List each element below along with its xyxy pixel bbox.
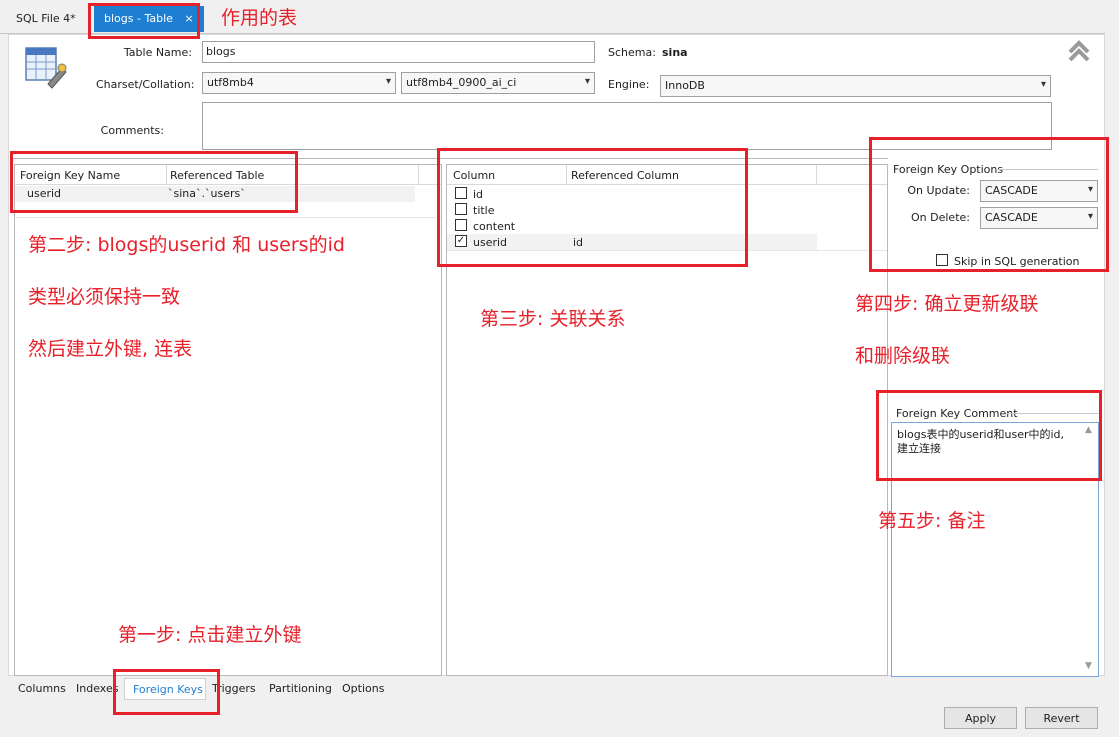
- highlight-fk-options: [869, 137, 1109, 272]
- collapse-icon[interactable]: [1066, 38, 1092, 64]
- highlight-fk-grid: [10, 151, 298, 213]
- highlight-foreign-keys-tab: [113, 669, 220, 715]
- annotation-step2-line3: 然后建立外键, 连表: [28, 338, 193, 360]
- collation-select[interactable]: utf8mb4_0900_ai_ci ▾: [401, 72, 595, 94]
- chevron-down-icon: ▾: [1040, 79, 1046, 90]
- table-icon: [24, 44, 68, 90]
- highlight-table-tab: [88, 3, 200, 39]
- chevron-down-icon: ▾: [385, 76, 391, 87]
- annotation-step2-line1: 第二步: blogs的userid 和 users的id: [28, 234, 345, 256]
- comments-label: Comments:: [100, 124, 164, 137]
- charset-value: utf8mb4: [207, 76, 254, 89]
- highlight-column-grid: [437, 148, 748, 267]
- tab-columns[interactable]: Columns: [18, 682, 66, 695]
- chevron-down-icon: ▾: [584, 76, 590, 87]
- highlight-fk-comment: [876, 390, 1102, 481]
- annotation-step4-line2: 和删除级联: [855, 345, 951, 367]
- schema-label: Schema:: [608, 46, 656, 59]
- schema-value: sina: [662, 46, 688, 59]
- engine-label: Engine:: [608, 78, 650, 91]
- charset-select[interactable]: utf8mb4 ▾: [202, 72, 396, 94]
- collation-value: utf8mb4_0900_ai_ci: [406, 76, 517, 89]
- revert-button[interactable]: Revert: [1025, 707, 1098, 729]
- annotation-table-note: 作用的表: [221, 7, 298, 29]
- annotation-step2-line2: 类型必须保持一致: [28, 286, 181, 308]
- annotation-step4-line1: 第四步: 确立更新级联: [855, 293, 1039, 315]
- annotation-step3: 第三步: 关联关系: [480, 308, 626, 330]
- apply-button[interactable]: Apply: [944, 707, 1017, 729]
- annotation-step1: 第一步: 点击建立外键: [118, 624, 302, 646]
- engine-select[interactable]: InnoDB ▾: [660, 75, 1051, 97]
- tab-label: SQL File 4*: [16, 12, 76, 25]
- scroll-down-icon[interactable]: ▼: [1085, 661, 1092, 671]
- table-name-label: Table Name:: [123, 46, 192, 59]
- annotation-step5: 第五步: 备注: [878, 510, 986, 532]
- tab-options[interactable]: Options: [342, 682, 384, 695]
- charset-label: Charset/Collation:: [96, 78, 195, 91]
- table-name-input[interactable]: blogs: [202, 41, 595, 63]
- tab-partitioning[interactable]: Partitioning: [269, 682, 332, 695]
- engine-value: InnoDB: [665, 79, 705, 92]
- tab-sql-file[interactable]: SQL File 4*: [6, 6, 86, 32]
